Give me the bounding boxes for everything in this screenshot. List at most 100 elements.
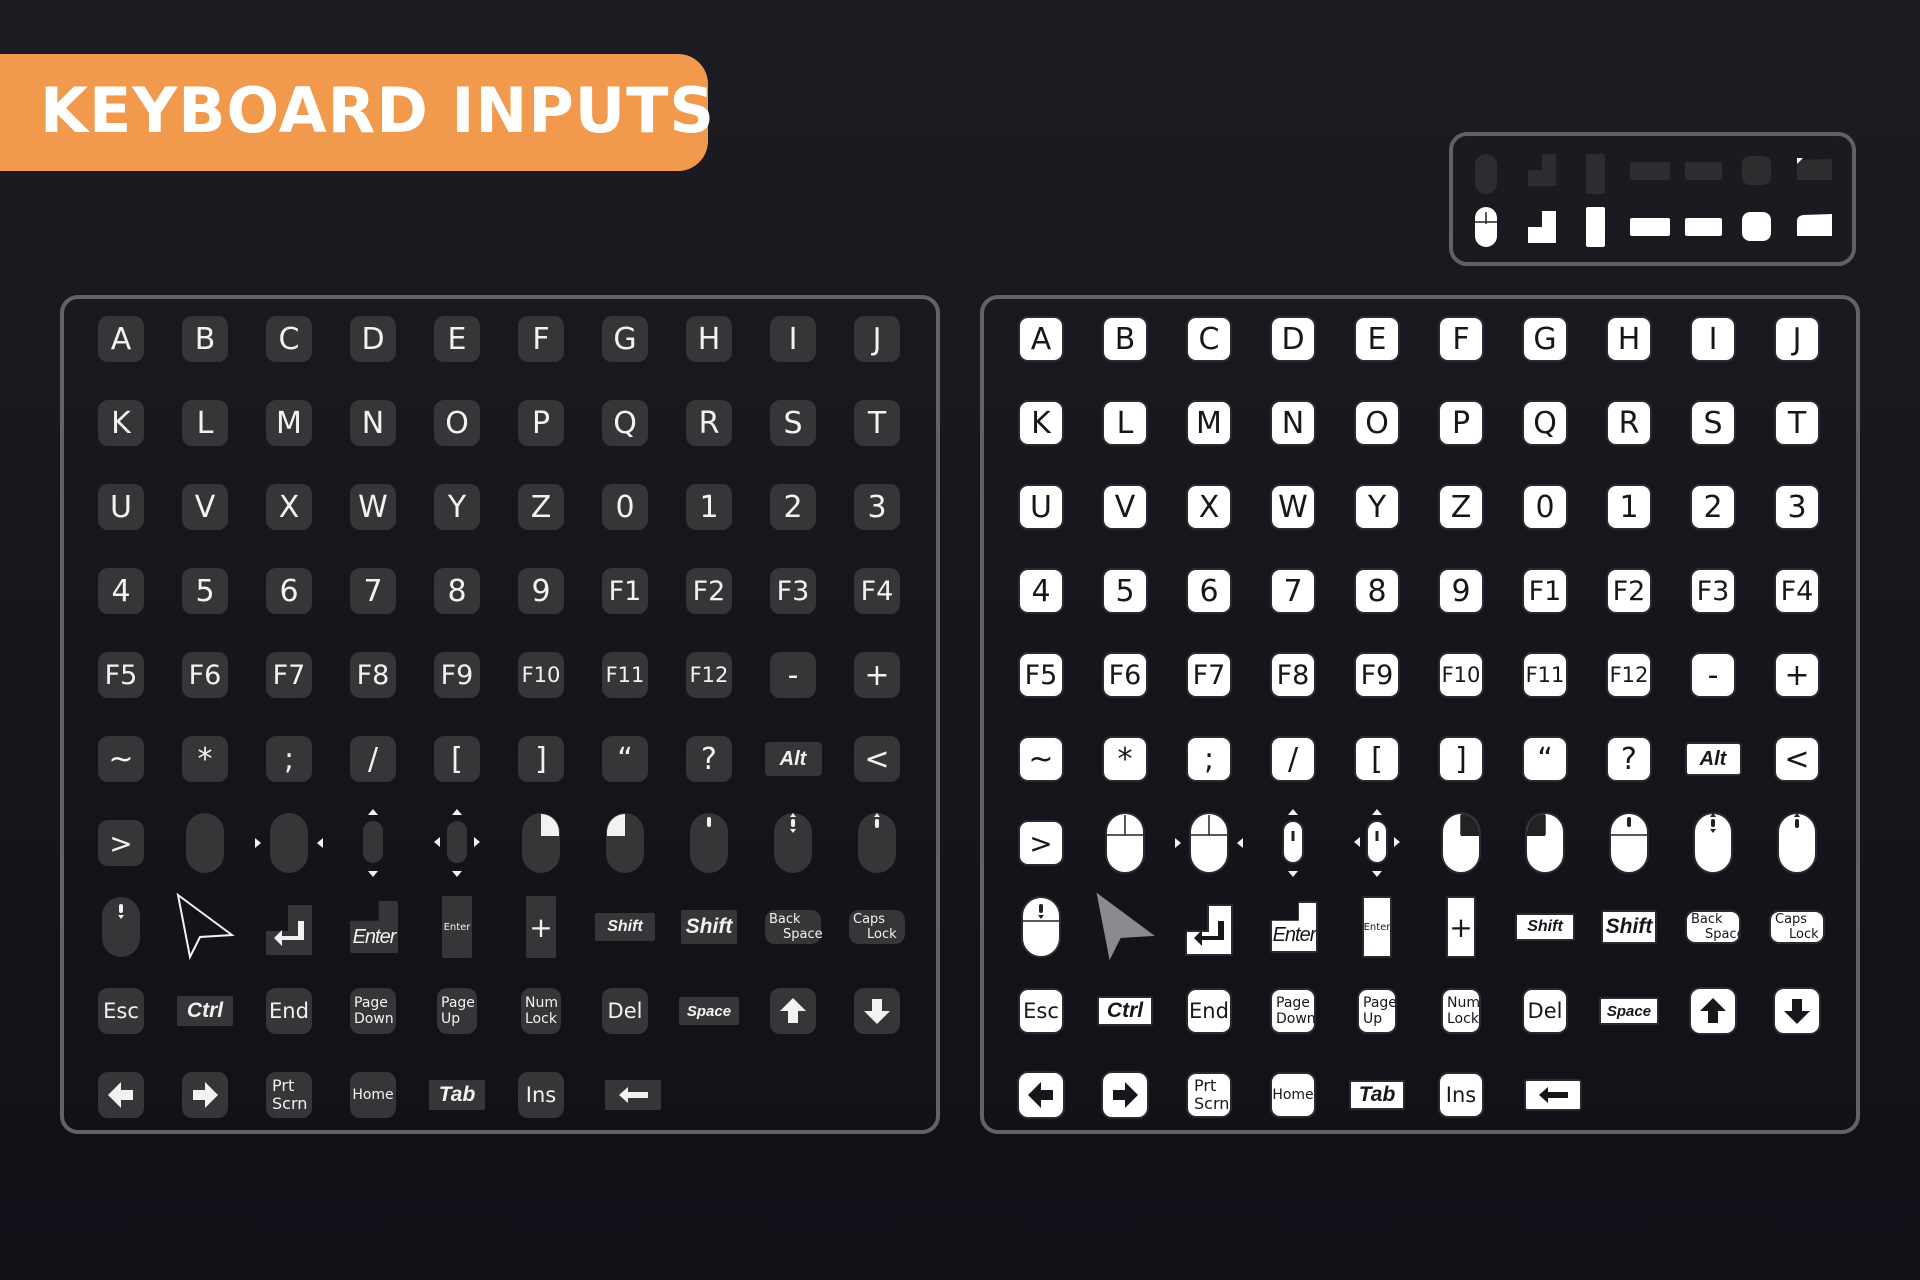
light-key-3-9[interactable]: 2 — [1690, 484, 1736, 530]
dark-key-1-4[interactable]: D — [350, 316, 396, 362]
light-key-3-7[interactable]: 0 — [1522, 484, 1568, 530]
dark-esc-key[interactable]: Esc — [98, 988, 144, 1034]
dark-mouse-vertical-icon[interactable] — [328, 807, 418, 879]
light-plus-key[interactable]: + — [1446, 896, 1476, 958]
dark-mouse-scroll-icon[interactable] — [748, 807, 838, 879]
light-key-3-4[interactable]: W — [1270, 484, 1316, 530]
light-key-4-9[interactable]: F3 — [1690, 568, 1736, 614]
dark-key-2-1[interactable]: K — [98, 400, 144, 446]
light-key-2-2[interactable]: L — [1102, 400, 1148, 446]
dark-key-3-2[interactable]: V — [182, 484, 228, 530]
dark-arrow-down-key[interactable] — [854, 988, 900, 1034]
dark-key-1-5[interactable]: E — [434, 316, 480, 362]
light-key-greater-than[interactable]: > — [1018, 820, 1064, 866]
dark-key-1-3[interactable]: C — [266, 316, 312, 362]
dark-key-6-10[interactable]: < — [854, 736, 900, 782]
light-key-2-9[interactable]: S — [1690, 400, 1736, 446]
dark-key-4-6[interactable]: 9 — [518, 568, 564, 614]
light-key-6-2[interactable]: * — [1102, 736, 1148, 782]
dark-home-key[interactable]: Home — [350, 1072, 396, 1118]
dark-key-2-8[interactable]: R — [686, 400, 732, 446]
dark-shift-small-key[interactable]: Shift — [595, 913, 655, 941]
dark-key-5-2[interactable]: F6 — [182, 652, 228, 698]
dark-arrow-left-key[interactable] — [98, 1072, 144, 1118]
dark-key-3-3[interactable]: X — [266, 484, 312, 530]
light-print-screen-key[interactable]: Prt Scrn — [1186, 1072, 1232, 1118]
dark-key-1-1[interactable]: A — [98, 316, 144, 362]
light-mouse-left-click-icon[interactable] — [1500, 807, 1590, 879]
light-key-3-8[interactable]: 1 — [1606, 484, 1652, 530]
light-backspace-key[interactable]: Back Space — [1685, 910, 1745, 944]
light-key-6-4[interactable]: / — [1270, 736, 1316, 782]
light-arrow-down-key[interactable] — [1773, 987, 1821, 1035]
dark-key-4-8[interactable]: F2 — [686, 568, 732, 614]
light-key-1-7[interactable]: G — [1522, 316, 1568, 362]
light-space-key[interactable]: Space — [1599, 997, 1659, 1025]
dark-key-2-6[interactable]: P — [518, 400, 564, 446]
dark-key-5-10[interactable]: + — [854, 652, 900, 698]
light-esc-key[interactable]: Esc — [1018, 988, 1064, 1034]
light-key-3-3[interactable]: X — [1186, 484, 1232, 530]
light-key-4-2[interactable]: 5 — [1102, 568, 1148, 614]
dark-key-1-7[interactable]: G — [602, 316, 648, 362]
light-backspace-arrow-key[interactable] — [1524, 1079, 1582, 1111]
dark-key-1-2[interactable]: B — [182, 316, 228, 362]
dark-capslock-key[interactable]: Caps Lock — [849, 910, 905, 944]
dark-key-4-1[interactable]: 4 — [98, 568, 144, 614]
light-num-lock-key[interactable]: Num Lock — [1441, 988, 1481, 1034]
dark-key-4-5[interactable]: 8 — [434, 568, 480, 614]
dark-key-3-1[interactable]: U — [98, 484, 144, 530]
dark-key-1-6[interactable]: F — [518, 316, 564, 362]
dark-key-2-9[interactable]: S — [770, 400, 816, 446]
light-tall-enter-key[interactable]: Enter — [1362, 896, 1392, 958]
dark-key-3-4[interactable]: W — [350, 484, 396, 530]
light-shift-key[interactable]: Shift — [1601, 910, 1657, 944]
light-end-key[interactable]: End — [1186, 988, 1232, 1034]
dark-key-3-6[interactable]: Z — [518, 484, 564, 530]
light-cursor-arrow-icon[interactable] — [1080, 891, 1170, 963]
light-key-2-1[interactable]: K — [1018, 400, 1064, 446]
dark-key-5-1[interactable]: F5 — [98, 652, 144, 698]
dark-ins-key[interactable]: Ins — [518, 1072, 564, 1118]
light-mouse-scroll-up-icon[interactable] — [1752, 807, 1842, 879]
dark-key-4-4[interactable]: 7 — [350, 568, 396, 614]
light-home-key[interactable]: Home — [1270, 1072, 1316, 1118]
light-key-5-3[interactable]: F7 — [1186, 652, 1232, 698]
light-mouse-middle-click-icon[interactable] — [1584, 807, 1674, 879]
dark-key-6-4[interactable]: / — [350, 736, 396, 782]
light-key-1-3[interactable]: C — [1186, 316, 1232, 362]
dark-key-3-10[interactable]: 3 — [854, 484, 900, 530]
dark-key-5-5[interactable]: F9 — [434, 652, 480, 698]
light-enter-return-icon[interactable] — [1164, 891, 1254, 963]
light-key-1-2[interactable]: B — [1102, 316, 1148, 362]
dark-tall-enter-key[interactable]: Enter — [442, 896, 472, 958]
dark-key-6-2[interactable]: * — [182, 736, 228, 782]
light-key-5-7[interactable]: F11 — [1522, 652, 1568, 698]
light-del-key[interactable]: Del — [1522, 988, 1568, 1034]
dark-key-2-4[interactable]: N — [350, 400, 396, 446]
light-key-3-10[interactable]: 3 — [1774, 484, 1820, 530]
light-key-4-5[interactable]: 8 — [1354, 568, 1400, 614]
light-key-2-8[interactable]: R — [1606, 400, 1652, 446]
dark-key-2-10[interactable]: T — [854, 400, 900, 446]
dark-key-4-3[interactable]: 6 — [266, 568, 312, 614]
light-key-1-1[interactable]: A — [1018, 316, 1064, 362]
light-key-1-8[interactable]: H — [1606, 316, 1652, 362]
light-key-4-1[interactable]: 4 — [1018, 568, 1064, 614]
dark-key-6-8[interactable]: ? — [686, 736, 732, 782]
light-key-6-1[interactable]: ~ — [1018, 736, 1064, 782]
dark-mouse-all-directions-icon[interactable] — [412, 807, 502, 879]
light-key-4-8[interactable]: F2 — [1606, 568, 1652, 614]
light-key-6-10[interactable]: < — [1774, 736, 1820, 782]
dark-key-5-7[interactable]: F11 — [602, 652, 648, 698]
dark-key-4-10[interactable]: F4 — [854, 568, 900, 614]
dark-page-down-key[interactable]: Page Down — [350, 988, 396, 1034]
dark-key-1-10[interactable]: J — [854, 316, 900, 362]
light-key-4-10[interactable]: F4 — [1774, 568, 1820, 614]
dark-tab-key[interactable]: Tab — [429, 1080, 485, 1110]
dark-backspace-key[interactable]: Back Space — [765, 910, 823, 944]
dark-mouse-right-click-icon[interactable] — [496, 807, 586, 879]
light-key-1-9[interactable]: I — [1690, 316, 1736, 362]
dark-key-6-3[interactable]: ; — [266, 736, 312, 782]
light-mouse-scroll-down-icon[interactable] — [996, 891, 1086, 963]
